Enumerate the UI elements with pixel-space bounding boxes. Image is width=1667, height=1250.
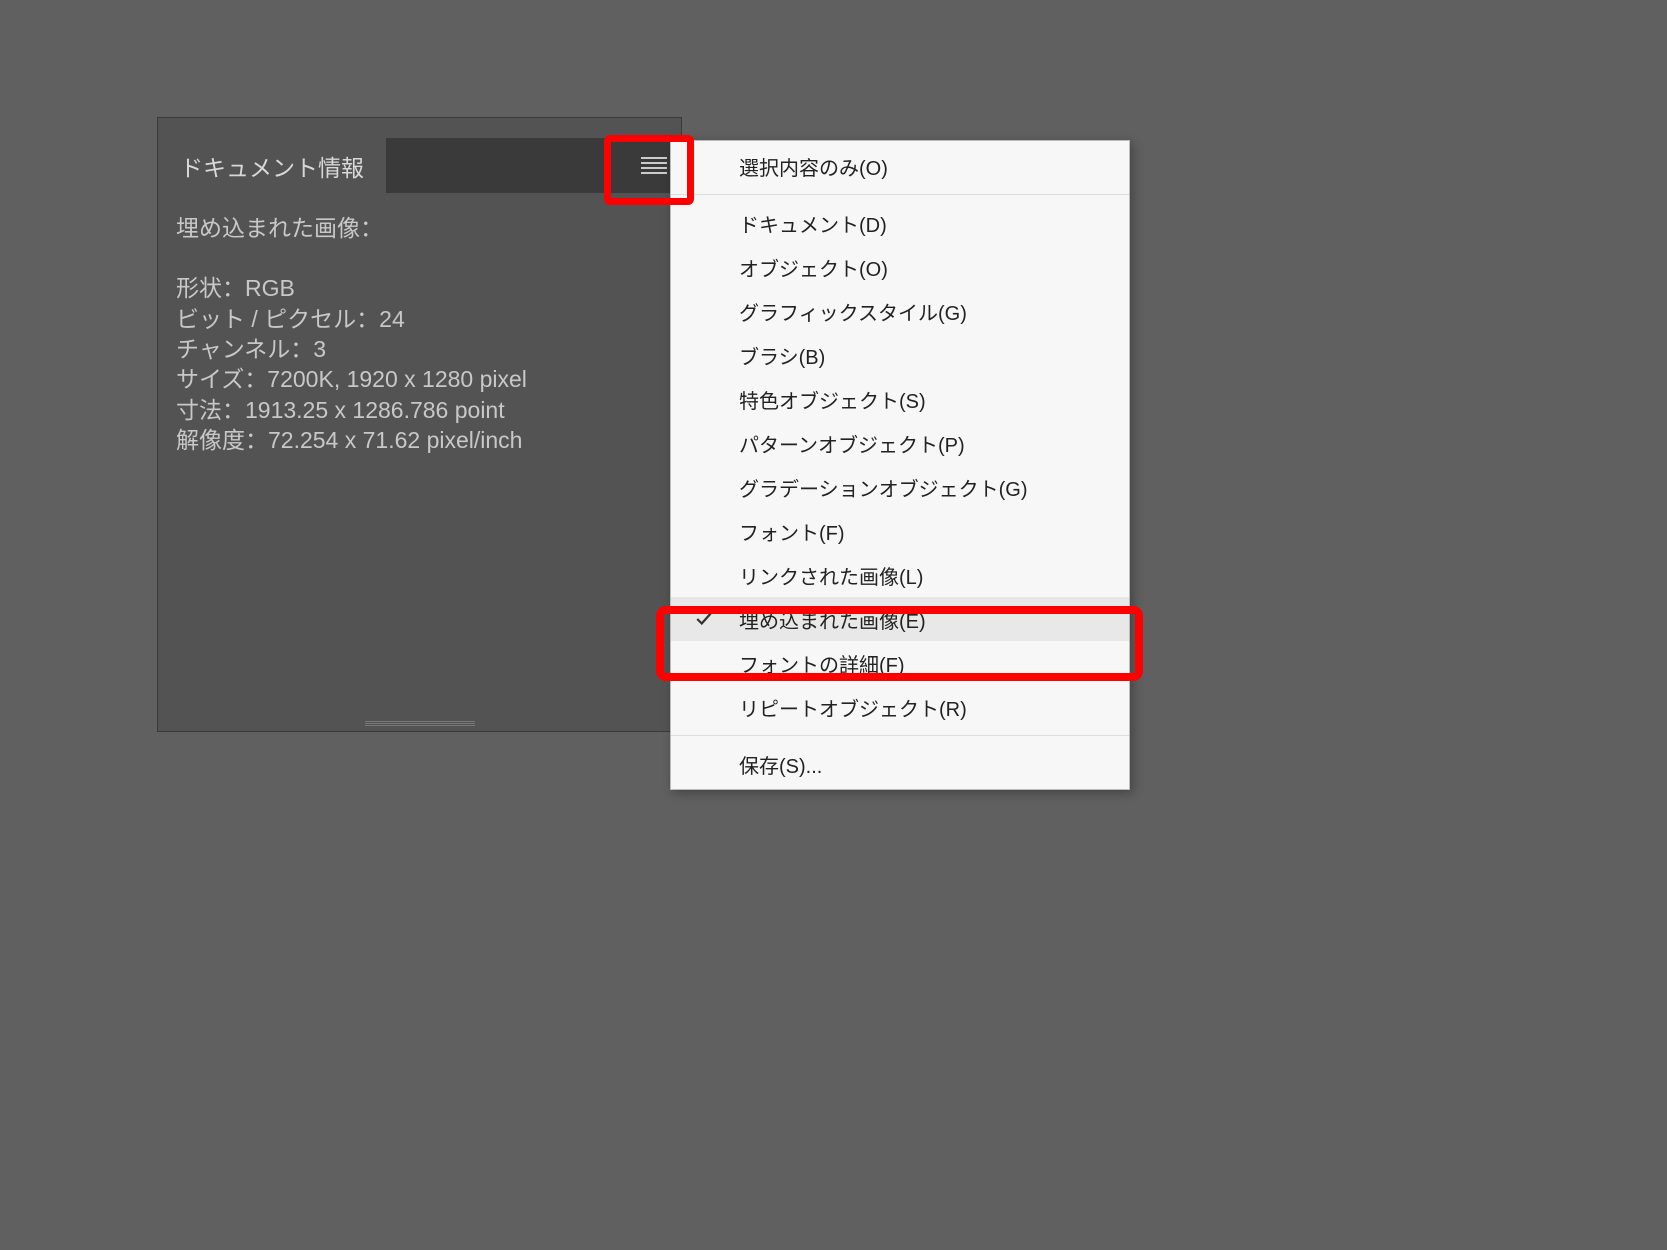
- content-line-shape: 形状：RGB: [176, 273, 663, 303]
- menu-separator: [671, 735, 1129, 736]
- menu-item-label: リンクされた画像(L): [739, 561, 923, 590]
- menu-item-label: 選択内容のみ(O): [739, 152, 888, 181]
- check-icon: [695, 610, 713, 628]
- menu-item-linked-images[interactable]: リンクされた画像(L): [671, 553, 1129, 597]
- content-line-bits: ビット / ピクセル：24: [176, 304, 663, 334]
- menu-item-label: 特色オブジェクト(S): [739, 385, 926, 414]
- panel-resize-grip[interactable]: [365, 721, 475, 726]
- content-line-resolution: 解像度：72.254 x 71.62 pixel/inch: [176, 425, 663, 455]
- panel-titlebar: [158, 118, 681, 133]
- menu-item-label: フォント(F): [739, 517, 845, 546]
- menu-item-font-detail[interactable]: フォントの詳細(F): [671, 641, 1129, 685]
- menu-item-label: パターンオブジェクト(P): [739, 429, 965, 458]
- content-line-size: サイズ：7200K, 1920 x 1280 pixel: [176, 364, 663, 394]
- menu-item-selection-only[interactable]: 選択内容のみ(O): [671, 144, 1129, 188]
- panel-content: 埋め込まれた画像： 形状：RGB ビット / ピクセル：24 チャンネル：3 サ…: [176, 213, 663, 456]
- panel-flyout-menu: 選択内容のみ(O) ドキュメント(D) オブジェクト(O) グラフィックスタイル…: [670, 140, 1130, 790]
- menu-item-pattern-object[interactable]: パターンオブジェクト(P): [671, 421, 1129, 465]
- menu-item-graphic-style[interactable]: グラフィックスタイル(G): [671, 289, 1129, 333]
- panel-tab-document-info[interactable]: ドキュメント情報: [158, 138, 386, 193]
- menu-item-gradient-object[interactable]: グラデーションオブジェクト(G): [671, 465, 1129, 509]
- document-info-panel: ドキュメント情報 埋め込まれた画像： 形状：RGB ビット / ピクセル：24 …: [157, 117, 682, 732]
- menu-item-label: フォントの詳細(F): [739, 649, 905, 678]
- menu-item-document[interactable]: ドキュメント(D): [671, 201, 1129, 245]
- menu-item-label: グラフィックスタイル(G): [739, 297, 967, 326]
- menu-item-brush[interactable]: ブラシ(B): [671, 333, 1129, 377]
- menu-item-save[interactable]: 保存(S)...: [671, 742, 1129, 786]
- menu-item-object[interactable]: オブジェクト(O): [671, 245, 1129, 289]
- menu-separator: [671, 194, 1129, 195]
- menu-item-spot-color-object[interactable]: 特色オブジェクト(S): [671, 377, 1129, 421]
- menu-item-label: ドキュメント(D): [739, 209, 887, 238]
- menu-item-label: 埋め込まれた画像(E): [739, 605, 926, 634]
- menu-item-font[interactable]: フォント(F): [671, 509, 1129, 553]
- menu-item-label: 保存(S)...: [739, 750, 822, 779]
- content-header: 埋め込まれた画像：: [176, 213, 663, 243]
- menu-item-label: グラデーションオブジェクト(G): [739, 473, 1027, 502]
- menu-item-label: リピートオブジェクト(R): [739, 693, 967, 722]
- panel-tabs: ドキュメント情報: [158, 138, 681, 193]
- menu-item-embedded-images[interactable]: 埋め込まれた画像(E): [671, 597, 1129, 641]
- panel-tab-label: ドキュメント情報: [180, 149, 364, 183]
- content-line-dimensions: 寸法：1913.25 x 1286.786 point: [176, 395, 663, 425]
- hamburger-icon: [641, 157, 667, 175]
- content-line-channels: チャンネル：3: [176, 334, 663, 364]
- menu-item-label: ブラシ(B): [739, 341, 825, 370]
- menu-item-repeat-object[interactable]: リピートオブジェクト(R): [671, 685, 1129, 729]
- menu-item-label: オブジェクト(O): [739, 253, 888, 282]
